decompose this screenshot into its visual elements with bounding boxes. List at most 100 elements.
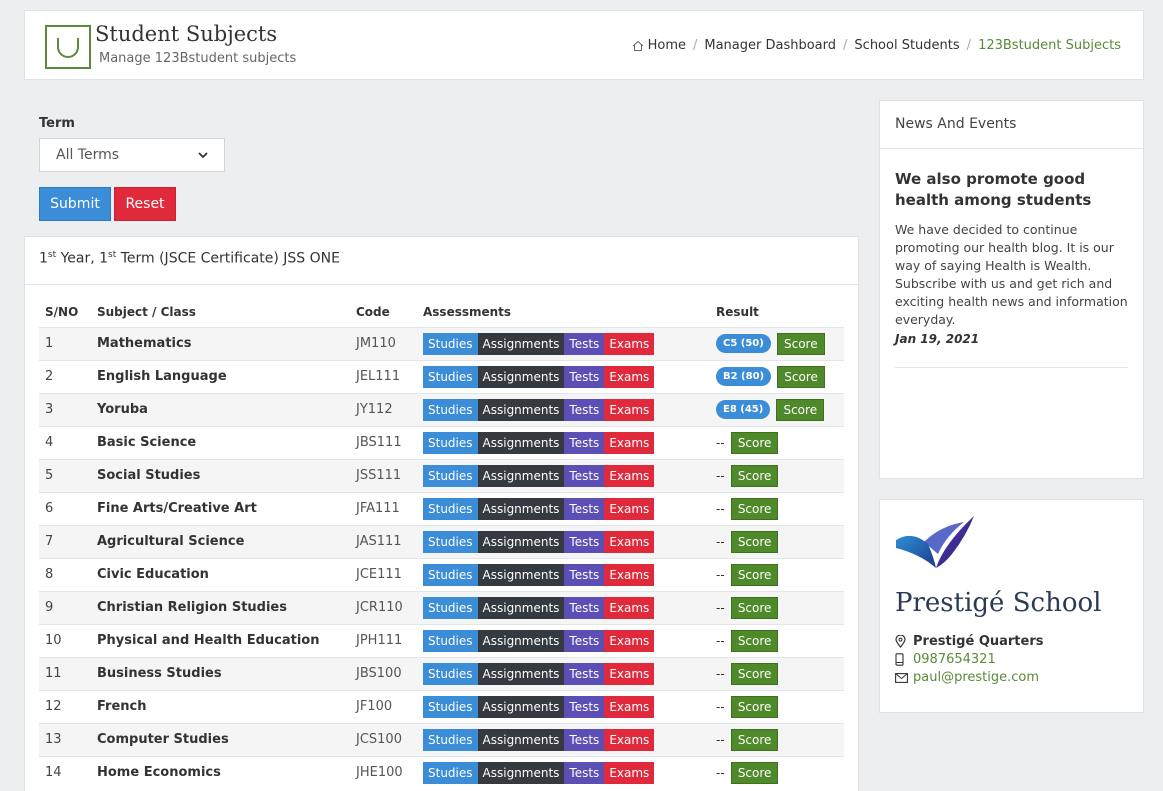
breadcrumb-manager-dashboard[interactable]: Manager Dashboard <box>704 38 836 53</box>
tests-button[interactable]: Tests <box>564 563 605 586</box>
studies-button[interactable]: Studies <box>423 596 478 619</box>
subjects-card: 1st Year, 1st Term (JSCE Certificate) JS… <box>24 236 859 791</box>
breadcrumb-home[interactable]: Home <box>648 38 686 53</box>
assignments-button[interactable]: Assignments <box>477 695 565 718</box>
assignments-button[interactable]: Assignments <box>477 464 565 487</box>
studies-button[interactable]: Studies <box>423 464 478 487</box>
studies-button[interactable]: Studies <box>423 629 478 652</box>
term-select[interactable]: All Terms <box>39 138 225 172</box>
tests-button[interactable]: Tests <box>564 596 605 619</box>
row-assessments: Studies Assignments Tests Exams <box>417 326 710 360</box>
studies-button[interactable]: Studies <box>423 332 478 355</box>
row-code: JPH111 <box>350 623 417 657</box>
school-email[interactable]: paul@prestige.com <box>895 670 1039 685</box>
score-button[interactable]: Score <box>730 728 779 751</box>
exams-button[interactable]: Exams <box>604 530 655 553</box>
exams-button[interactable]: Exams <box>604 464 655 487</box>
row-result: -- Score <box>710 557 844 591</box>
score-button[interactable]: Score <box>730 497 779 520</box>
assignments-button[interactable]: Assignments <box>477 332 565 355</box>
tests-button[interactable]: Tests <box>564 398 605 421</box>
table-row: 14 Home Economics JHE100 Studies Assignments… <box>39 755 844 789</box>
studies-button[interactable]: Studies <box>423 728 478 751</box>
tests-button[interactable]: Tests <box>564 761 605 784</box>
score-button[interactable]: Score <box>730 464 779 487</box>
home-icon <box>632 40 644 52</box>
exams-button[interactable]: Exams <box>604 728 655 751</box>
row-sn: 8 <box>39 557 91 591</box>
row-sn: 5 <box>39 458 91 492</box>
row-result: B2 (80) Score <box>710 359 844 393</box>
exams-button[interactable]: Exams <box>604 596 655 619</box>
table-row: 11 Business Studies JBS100 Studies Assignmen… <box>39 656 844 690</box>
tests-button[interactable]: Tests <box>564 530 605 553</box>
tests-button[interactable]: Tests <box>564 332 605 355</box>
assignments-button[interactable]: Assignments <box>477 365 565 388</box>
assignments-button[interactable]: Assignments <box>477 497 565 520</box>
studies-button[interactable]: Studies <box>423 695 478 718</box>
assignments-button[interactable]: Assignments <box>477 728 565 751</box>
studies-button[interactable]: Studies <box>423 398 478 421</box>
score-button[interactable]: Score <box>777 365 825 388</box>
assignments-button[interactable]: Assignments <box>477 629 565 652</box>
exams-button[interactable]: Exams <box>604 332 655 355</box>
exams-button[interactable]: Exams <box>604 497 655 520</box>
row-result: -- Score <box>710 722 844 756</box>
tests-button[interactable]: Tests <box>564 662 605 685</box>
tests-button[interactable]: Tests <box>564 464 605 487</box>
school-phone[interactable]: 0987654321 <box>895 652 996 667</box>
assignments-button[interactable]: Assignments <box>477 662 565 685</box>
news-title[interactable]: We also promote good health among studen… <box>895 169 1130 211</box>
tests-button[interactable]: Tests <box>564 629 605 652</box>
exams-button[interactable]: Exams <box>604 629 655 652</box>
assignments-button[interactable]: Assignments <box>477 563 565 586</box>
tests-button[interactable]: Tests <box>564 497 605 520</box>
score-button[interactable]: Score <box>730 530 779 553</box>
exams-button[interactable]: Exams <box>604 365 655 388</box>
assignments-button[interactable]: Assignments <box>477 431 565 454</box>
tests-button[interactable]: Tests <box>564 365 605 388</box>
exams-button[interactable]: Exams <box>604 563 655 586</box>
breadcrumb-school-students[interactable]: School Students <box>854 38 959 53</box>
studies-button[interactable]: Studies <box>423 662 478 685</box>
reset-button[interactable]: Reset <box>114 187 176 221</box>
row-result: -- Score <box>710 590 844 624</box>
exams-button[interactable]: Exams <box>604 761 655 784</box>
row-sn: 12 <box>39 689 91 723</box>
col-subject: Subject / Class <box>97 304 196 319</box>
score-button[interactable]: Score <box>730 563 779 586</box>
studies-button[interactable]: Studies <box>423 497 478 520</box>
score-button[interactable]: Score <box>730 596 779 619</box>
score-button[interactable]: Score <box>730 761 779 784</box>
score-button[interactable]: Score <box>776 398 825 421</box>
studies-button[interactable]: Studies <box>423 761 478 784</box>
tests-button[interactable]: Tests <box>564 431 605 454</box>
score-button[interactable]: Score <box>730 629 779 652</box>
studies-button[interactable]: Studies <box>423 365 478 388</box>
assignments-button[interactable]: Assignments <box>477 398 565 421</box>
col-code: Code <box>356 304 390 319</box>
exams-button[interactable]: Exams <box>604 662 655 685</box>
assignments-button[interactable]: Assignments <box>477 761 565 784</box>
tests-button[interactable]: Tests <box>564 728 605 751</box>
submit-button[interactable]: Submit <box>39 187 111 221</box>
score-button[interactable]: Score <box>730 695 779 718</box>
studies-button[interactable]: Studies <box>423 530 478 553</box>
exams-button[interactable]: Exams <box>604 431 655 454</box>
row-subject: Civic Education <box>91 557 350 591</box>
row-code: JSS111 <box>350 458 417 492</box>
score-button[interactable]: Score <box>730 431 779 454</box>
exams-button[interactable]: Exams <box>604 695 655 718</box>
exams-button[interactable]: Exams <box>604 398 655 421</box>
grade-empty: -- <box>716 633 725 648</box>
score-button[interactable]: Score <box>776 332 825 355</box>
app-logo <box>45 25 91 69</box>
assignments-button[interactable]: Assignments <box>477 596 565 619</box>
studies-button[interactable]: Studies <box>423 563 478 586</box>
page-header: Student Subjects Manage 123Bstudent subj… <box>24 10 1144 80</box>
assignments-button[interactable]: Assignments <box>477 530 565 553</box>
tests-button[interactable]: Tests <box>564 695 605 718</box>
studies-button[interactable]: Studies <box>423 431 478 454</box>
row-code: JY112 <box>350 392 417 426</box>
score-button[interactable]: Score <box>730 662 779 685</box>
